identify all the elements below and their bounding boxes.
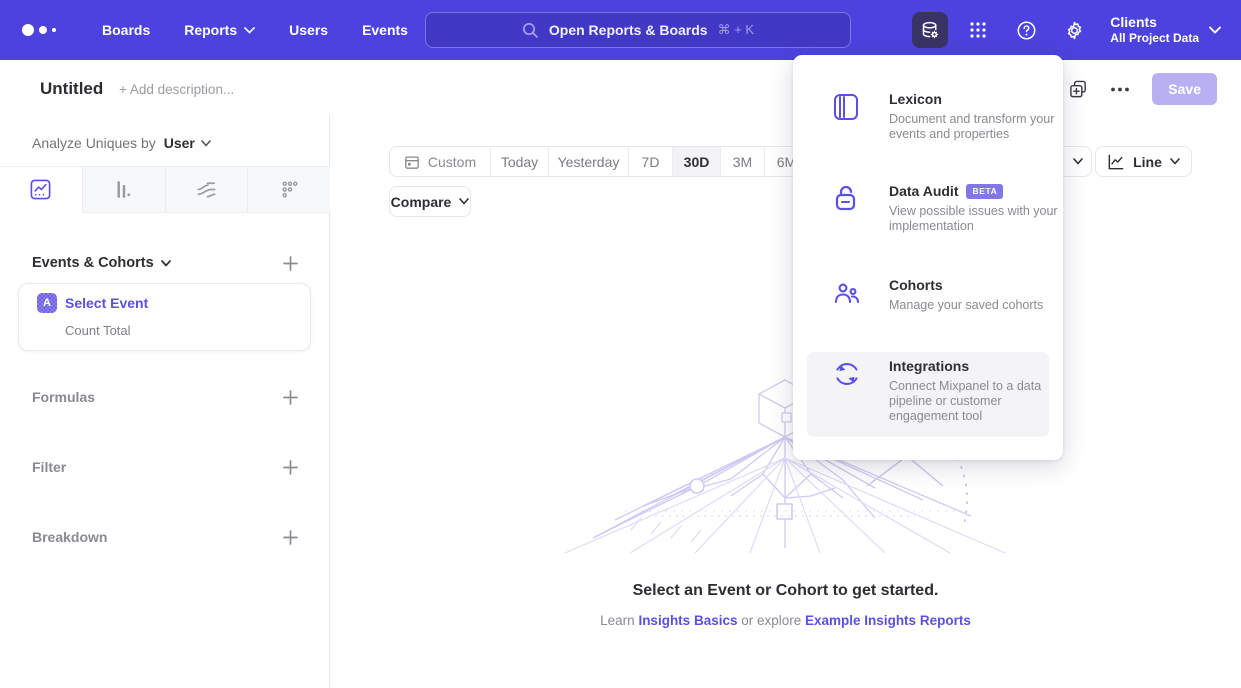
- project-name: All Project Data: [1110, 31, 1199, 46]
- date-option-today[interactable]: Today: [490, 147, 548, 176]
- tab-scatter-chart[interactable]: [247, 167, 330, 213]
- breakdown-row: Breakdown: [32, 529, 298, 545]
- compare-button[interactable]: Compare: [389, 186, 471, 217]
- add-description-field[interactable]: + Add description...: [119, 82, 234, 97]
- date-option-3m[interactable]: 3M: [720, 147, 764, 176]
- tab-line-chart[interactable]: [0, 167, 82, 213]
- flow-chart-icon: [195, 178, 218, 201]
- formulas-label: Formulas: [32, 389, 95, 405]
- duplicate-icon: [1069, 80, 1088, 99]
- apps-grid-button[interactable]: [960, 12, 996, 48]
- example-insights-reports-link[interactable]: Example Insights Reports: [805, 613, 971, 628]
- empty-state-subline: Learn Insights Basics or explore Example…: [330, 613, 1241, 628]
- cohorts-icon: [833, 279, 861, 312]
- duplicate-button[interactable]: [1069, 80, 1088, 99]
- date-range-segmented-control: Custom Today Yesterday 7D 30D 3M 6M: [389, 146, 809, 177]
- add-event-button[interactable]: [283, 256, 298, 271]
- plus-icon: [283, 256, 298, 271]
- formulas-row: Formulas: [32, 389, 298, 405]
- search-icon: [522, 22, 539, 39]
- plus-icon: [283, 460, 298, 475]
- filter-row: Filter: [32, 459, 298, 475]
- nav-item-boards[interactable]: Boards: [102, 22, 150, 38]
- chevron-down-icon[interactable]: [201, 140, 211, 147]
- date-option-7d[interactable]: 7D: [628, 147, 672, 176]
- beta-badge: BETA: [966, 184, 1003, 199]
- calendar-icon: [404, 154, 420, 170]
- data-audit-icon: [833, 185, 859, 220]
- events-cohorts-label: Events & Cohorts: [32, 255, 154, 271]
- more-dots-icon: [1110, 87, 1130, 92]
- menu-item-cohorts[interactable]: Cohorts Manage your saved cohorts: [807, 271, 1049, 335]
- database-gear-icon: [920, 20, 941, 41]
- nav-item-users[interactable]: Users: [289, 22, 328, 38]
- save-button[interactable]: Save: [1152, 73, 1217, 105]
- chevron-down-icon[interactable]: [161, 260, 171, 267]
- plus-icon: [283, 530, 298, 545]
- plus-icon: [283, 390, 298, 405]
- data-management-button[interactable]: [912, 12, 948, 48]
- select-event-link[interactable]: Select Event: [65, 295, 148, 311]
- date-option-30d[interactable]: 30D: [672, 147, 720, 176]
- navbar-right: Clients All Project Data: [912, 0, 1241, 60]
- chart-type-tabs: [0, 166, 330, 213]
- data-management-dropdown: Lexicon Document and transform your even…: [793, 55, 1063, 460]
- chevron-down-icon: [459, 198, 469, 205]
- search-placeholder: Open Reports & Boards: [549, 22, 708, 38]
- report-title[interactable]: Untitled: [40, 79, 103, 99]
- line-chart-icon: [29, 178, 52, 201]
- chevron-down-icon: [244, 27, 255, 34]
- chevron-down-icon: [1073, 158, 1083, 165]
- nav-item-events[interactable]: Events: [362, 22, 408, 38]
- lexicon-icon: [833, 93, 859, 126]
- count-total-dropdown[interactable]: Count Total: [65, 323, 131, 338]
- bar-chart-icon: [112, 178, 135, 201]
- events-cohorts-header: Events & Cohorts: [32, 255, 298, 271]
- top-navbar: Boards Reports Users Events Open Reports…: [0, 0, 1241, 60]
- filter-label: Filter: [32, 459, 66, 475]
- line-chart-icon: [1107, 154, 1125, 170]
- global-search[interactable]: Open Reports & Boards ⌘ + K: [425, 12, 851, 48]
- help-button[interactable]: [1008, 12, 1044, 48]
- event-card[interactable]: A Select Event Count Total: [18, 283, 311, 351]
- analyze-value-dropdown[interactable]: User: [164, 135, 195, 151]
- menu-item-integrations[interactable]: Integrations Connect Mixpanel to a data …: [807, 352, 1049, 437]
- empty-state-headline: Select an Event or Cohort to get started…: [330, 582, 1241, 600]
- query-sidebar: Analyze Uniques by User: [0, 115, 330, 688]
- date-option-yesterday[interactable]: Yesterday: [548, 147, 628, 176]
- project-selector[interactable]: Clients All Project Data: [1110, 14, 1221, 46]
- add-formula-button[interactable]: [283, 390, 298, 405]
- breakdown-label: Breakdown: [32, 529, 107, 545]
- settings-gear-icon: [1064, 20, 1085, 41]
- search-shortcut: ⌘ + K: [718, 22, 755, 38]
- tab-flow-chart[interactable]: [165, 167, 248, 213]
- chevron-down-icon: [1170, 158, 1180, 165]
- settings-gear-button[interactable]: [1056, 12, 1092, 48]
- integrations-icon: [833, 360, 861, 393]
- chart-type-dropdown[interactable]: Line: [1095, 146, 1192, 177]
- tab-bar-chart[interactable]: [82, 167, 165, 213]
- add-filter-button[interactable]: [283, 460, 298, 475]
- add-breakdown-button[interactable]: [283, 530, 298, 545]
- mixpanel-logo[interactable]: [22, 24, 68, 36]
- date-option-custom[interactable]: Custom: [390, 147, 490, 176]
- app-window: Boards Reports Users Events Open Reports…: [0, 0, 1241, 688]
- event-letter-badge: A: [37, 293, 57, 313]
- help-icon: [1016, 20, 1037, 41]
- chevron-down-icon: [1209, 26, 1221, 34]
- insights-basics-link[interactable]: Insights Basics: [638, 613, 737, 628]
- scatter-chart-icon: [278, 178, 301, 201]
- analyze-label: Analyze Uniques by: [32, 135, 156, 151]
- org-name: Clients: [1110, 14, 1199, 31]
- more-menu-button[interactable]: [1110, 87, 1130, 92]
- analyze-uniques-row: Analyze Uniques by User: [32, 135, 211, 151]
- apps-grid-icon: [968, 20, 988, 40]
- menu-item-lexicon[interactable]: Lexicon Document and transform your even…: [807, 85, 1049, 165]
- toolbar-actions: Save: [1069, 73, 1217, 105]
- nav-item-reports[interactable]: Reports: [184, 22, 255, 38]
- menu-item-data-audit[interactable]: Data Audit BETA View possible issues wit…: [807, 177, 1049, 263]
